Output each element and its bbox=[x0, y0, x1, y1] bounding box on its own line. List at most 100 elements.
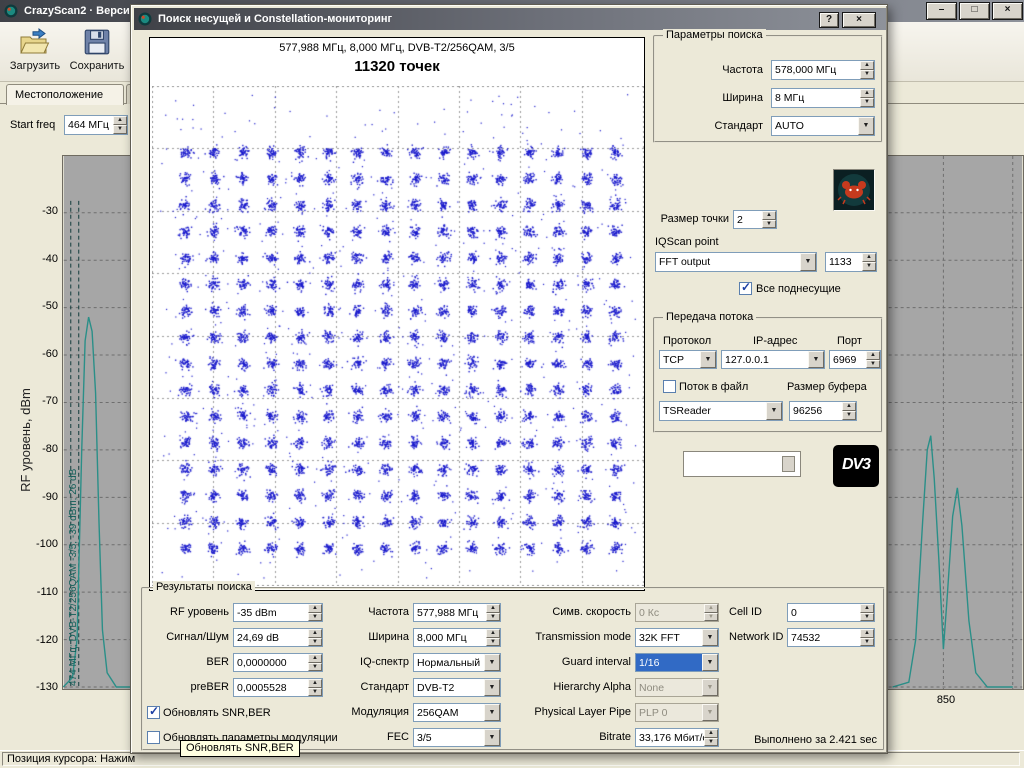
fec-dropdown[interactable]: 3/5 bbox=[413, 728, 501, 747]
dropdown-arrow-icon[interactable] bbox=[484, 729, 500, 746]
spin-buttons-icon[interactable] bbox=[308, 604, 322, 621]
dropdown-arrow-icon[interactable] bbox=[800, 253, 816, 271]
preber-label: preBER bbox=[190, 681, 229, 693]
rf-level-spinner[interactable]: -35 dBm bbox=[233, 603, 323, 622]
transmission-mode-dropdown[interactable]: 32K FFT bbox=[635, 628, 719, 647]
update-snr-checkbox[interactable] bbox=[147, 704, 160, 719]
spin-buttons-icon[interactable] bbox=[486, 629, 500, 646]
save-button[interactable]: Сохранить bbox=[66, 27, 128, 72]
spin-buttons-icon[interactable] bbox=[860, 604, 874, 621]
dropdown-arrow-icon bbox=[702, 679, 718, 696]
stream-to-file-label[interactable]: Поток в файл bbox=[679, 381, 748, 393]
symbol-rate-label: Симв. скорость bbox=[552, 606, 631, 618]
ip-address-combo[interactable]: 127.0.0.1 bbox=[721, 350, 825, 369]
freq-spinner[interactable]: 578,000 МГц bbox=[771, 60, 875, 80]
iq-spectrum-dropdown[interactable]: Нормальный bbox=[413, 653, 501, 672]
result-standard-label: Стандарт bbox=[360, 681, 409, 693]
dropdown-arrow-icon[interactable] bbox=[808, 351, 824, 368]
help-button[interactable]: ? bbox=[819, 12, 839, 28]
dvb-logo: DV3 bbox=[833, 445, 879, 487]
dropdown-arrow-icon[interactable] bbox=[702, 654, 718, 671]
dialog-icon bbox=[138, 12, 152, 31]
reader-dropdown[interactable]: TSReader bbox=[659, 401, 783, 421]
cell-id-spinner[interactable]: 0 bbox=[787, 603, 875, 622]
protocol-label: Протокол bbox=[663, 335, 712, 347]
transmission-mode-label: Transmission mode bbox=[535, 631, 631, 643]
search-params-title: Параметры поиска bbox=[663, 29, 766, 41]
constellation-canvas bbox=[152, 86, 644, 586]
iqscan-source-dropdown[interactable]: FFT output bbox=[655, 252, 817, 272]
maximize-button[interactable]: □ bbox=[959, 2, 990, 20]
protocol-dropdown[interactable]: TCP bbox=[659, 350, 717, 369]
load-button[interactable]: Загрузить bbox=[6, 27, 64, 72]
standard-dropdown[interactable]: AUTO bbox=[771, 116, 875, 136]
buffer-size-label: Размер буфера bbox=[787, 381, 867, 393]
update-snr-label[interactable]: Обновлять SNR,BER bbox=[163, 707, 271, 719]
spin-buttons-icon[interactable] bbox=[860, 89, 874, 107]
ber-spinner[interactable]: 0,0000000 bbox=[233, 653, 323, 672]
spin-buttons-icon[interactable] bbox=[308, 654, 322, 671]
dialog-close-button[interactable]: × bbox=[842, 12, 876, 28]
dropdown-arrow-icon[interactable] bbox=[766, 402, 782, 420]
progress-chunk bbox=[782, 456, 795, 472]
iqscan-point-spinner[interactable]: 1133 bbox=[825, 252, 877, 272]
width-label: Ширина bbox=[722, 92, 763, 104]
buffer-size-spinner[interactable]: 96256 bbox=[789, 401, 857, 421]
tab-location[interactable]: Местоположение bbox=[6, 84, 124, 105]
result-freq-spinner[interactable]: 577,988 МГц bbox=[413, 603, 501, 622]
spin-buttons-icon[interactable] bbox=[862, 253, 876, 271]
modulation-dropdown[interactable]: 256QAM bbox=[413, 703, 501, 722]
y-tick: -110 bbox=[36, 586, 58, 598]
minimize-button[interactable]: – bbox=[926, 2, 957, 20]
result-standard-dropdown[interactable]: DVB-T2 bbox=[413, 678, 501, 697]
dot-size-spinner[interactable]: 2 bbox=[733, 210, 777, 229]
width-spinner[interactable]: 8 МГц bbox=[771, 88, 875, 108]
all-subcarriers-label[interactable]: Все поднесущие bbox=[756, 283, 841, 295]
snr-spinner[interactable]: 24,69 dB bbox=[233, 628, 323, 647]
spin-buttons-icon[interactable] bbox=[308, 679, 322, 696]
spin-buttons-icon[interactable] bbox=[486, 604, 500, 621]
close-button[interactable]: × bbox=[992, 2, 1023, 20]
spin-buttons-icon[interactable] bbox=[866, 351, 880, 368]
all-subcarriers-checkbox[interactable] bbox=[739, 280, 752, 295]
ip-label: IP-адрес bbox=[753, 335, 798, 347]
network-id-spinner[interactable]: 74532 bbox=[787, 628, 875, 647]
update-modulation-checkbox[interactable] bbox=[147, 731, 160, 744]
constellation-dialog: Поиск несущей и Constellation-мониторинг… bbox=[130, 4, 888, 754]
cell-id-label: Cell ID bbox=[729, 606, 763, 618]
spin-buttons-icon[interactable] bbox=[860, 61, 874, 79]
guard-interval-dropdown[interactable]: 1/16 bbox=[635, 653, 719, 672]
open-folder-icon bbox=[19, 27, 51, 60]
dropdown-arrow-icon[interactable] bbox=[484, 704, 500, 721]
hierarchy-alpha-label: Hierarchy Alpha bbox=[553, 681, 631, 693]
dropdown-arrow-icon[interactable] bbox=[484, 679, 500, 696]
snr-label: Сигнал/Шум bbox=[166, 631, 229, 643]
dropdown-arrow-icon[interactable] bbox=[858, 117, 874, 135]
dropdown-arrow-icon bbox=[702, 704, 718, 721]
dropdown-arrow-icon[interactable] bbox=[702, 629, 718, 646]
y-tick: -60 bbox=[42, 348, 58, 360]
spin-buttons-icon[interactable] bbox=[842, 402, 856, 420]
rf-level-label: RF уровень bbox=[170, 606, 229, 618]
plp-label: Physical Layer Pipe bbox=[534, 706, 631, 718]
spin-buttons-icon[interactable] bbox=[762, 211, 776, 228]
start-freq-label: Start freq bbox=[10, 119, 56, 131]
start-freq-spinner[interactable]: 464 МГц bbox=[64, 115, 128, 135]
ber-label: BER bbox=[206, 656, 229, 668]
load-button-label: Загрузить bbox=[9, 60, 61, 72]
y-tick: -30 bbox=[42, 205, 58, 217]
iqscan-label: IQScan point bbox=[655, 236, 719, 248]
dropdown-arrow-icon[interactable] bbox=[484, 654, 500, 671]
dropdown-arrow-icon[interactable] bbox=[700, 351, 716, 368]
result-width-spinner[interactable]: 8,000 МГц bbox=[413, 628, 501, 647]
result-freq-label: Частота bbox=[368, 606, 409, 618]
preber-spinner[interactable]: 0,0005528 bbox=[233, 678, 323, 697]
spin-buttons-icon[interactable] bbox=[860, 629, 874, 646]
port-spinner[interactable]: 6969 bbox=[829, 350, 881, 369]
guard-interval-label: Guard interval bbox=[561, 656, 631, 668]
crab-logo-icon bbox=[833, 169, 875, 211]
spin-buttons-icon[interactable] bbox=[113, 116, 127, 134]
spin-buttons-icon[interactable] bbox=[308, 629, 322, 646]
stream-to-file-checkbox[interactable] bbox=[663, 380, 676, 393]
results-title: Результаты поиска bbox=[153, 581, 255, 593]
